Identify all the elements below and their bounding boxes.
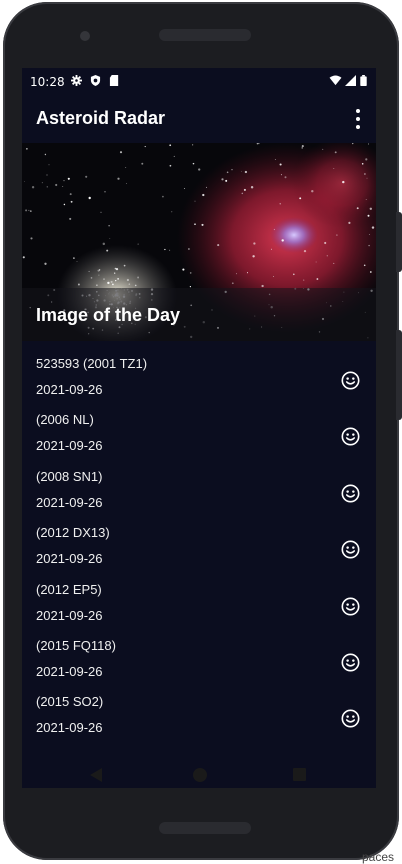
back-icon[interactable] [90, 768, 102, 782]
approach-date: 2021-09-26 [36, 607, 103, 623]
smiley-face-icon [341, 709, 360, 728]
battery-icon [360, 75, 367, 86]
asteroid-name: (2008 SN1) [36, 468, 103, 484]
asteroid-name: 523593 (2001 TZ1) [36, 356, 148, 371]
approach-date: 2021-09-26 [36, 382, 103, 397]
asteroid-list-item[interactable]: (2015 SO2) 2021-09-26 [22, 681, 376, 737]
asteroid-name: (2015 SO2) [36, 694, 104, 710]
gear-icon [71, 75, 82, 86]
home-icon[interactable] [193, 768, 207, 782]
signal-icon [345, 75, 356, 86]
status-time: 10:28 [30, 75, 65, 89]
asteroid-name: (2012 DX13) [36, 525, 110, 541]
asteroid-name: (2015 FQ118) [36, 637, 116, 653]
front-camera [80, 31, 90, 41]
asteroid-name: (2006 NL) [36, 412, 94, 428]
volume-button [396, 330, 402, 420]
smiley-face-icon [341, 484, 360, 503]
background-text-fragment: paces [362, 850, 395, 864]
asteroid-name: (2012 EP5) [36, 581, 102, 597]
smiley-face-icon [341, 371, 360, 390]
asteroid-list-item[interactable]: (2008 SN1) 2021-09-26 [22, 456, 376, 512]
app-bar: Asteroid Radar [22, 96, 376, 142]
approach-date: 2021-09-26 [36, 494, 103, 510]
smiley-face-icon [341, 653, 360, 672]
asteroid-list-item[interactable]: (2006 NL) 2021-09-26 [22, 399, 376, 455]
approach-date: 2021-09-26 [36, 551, 103, 567]
smiley-face-icon [341, 540, 360, 559]
overflow-menu-icon[interactable] [354, 109, 362, 129]
smiley-face-icon [341, 427, 360, 446]
approach-date: 2021-09-26 [36, 720, 103, 736]
status-bar: 10:28 [22, 68, 376, 96]
recents-icon[interactable] [293, 768, 306, 781]
image-of-the-day[interactable]: Image of the Day [22, 143, 376, 341]
approach-date: 2021-09-26 [36, 438, 103, 454]
power-button [396, 212, 402, 272]
app-screen: 10:28 Asteroid Radar Image of the Day 52… [22, 68, 376, 788]
shield-icon [90, 75, 101, 86]
sd-card-icon [109, 75, 119, 86]
asteroid-list-item[interactable]: 523593 (2001 TZ1) 2021-09-26 [22, 343, 376, 399]
earpiece-speaker [159, 29, 251, 41]
asteroid-list-item[interactable]: (2015 FQ118) 2021-09-26 [22, 625, 376, 681]
asteroid-list-item[interactable]: (2012 DX13) 2021-09-26 [22, 512, 376, 568]
app-title: Asteroid Radar [36, 108, 166, 128]
system-nav-bar [22, 752, 376, 800]
asteroid-list[interactable]: 523593 (2001 TZ1) 2021-09-26 (2006 NL) 2021… [22, 343, 376, 788]
approach-date: 2021-09-26 [36, 663, 103, 679]
asteroid-list-item[interactable]: (2012 EP5) 2021-09-26 [22, 569, 376, 625]
smiley-face-icon [341, 597, 360, 616]
bottom-speaker [159, 822, 251, 834]
hero-title: Image of the Day [36, 305, 181, 325]
wifi-icon [329, 75, 342, 86]
